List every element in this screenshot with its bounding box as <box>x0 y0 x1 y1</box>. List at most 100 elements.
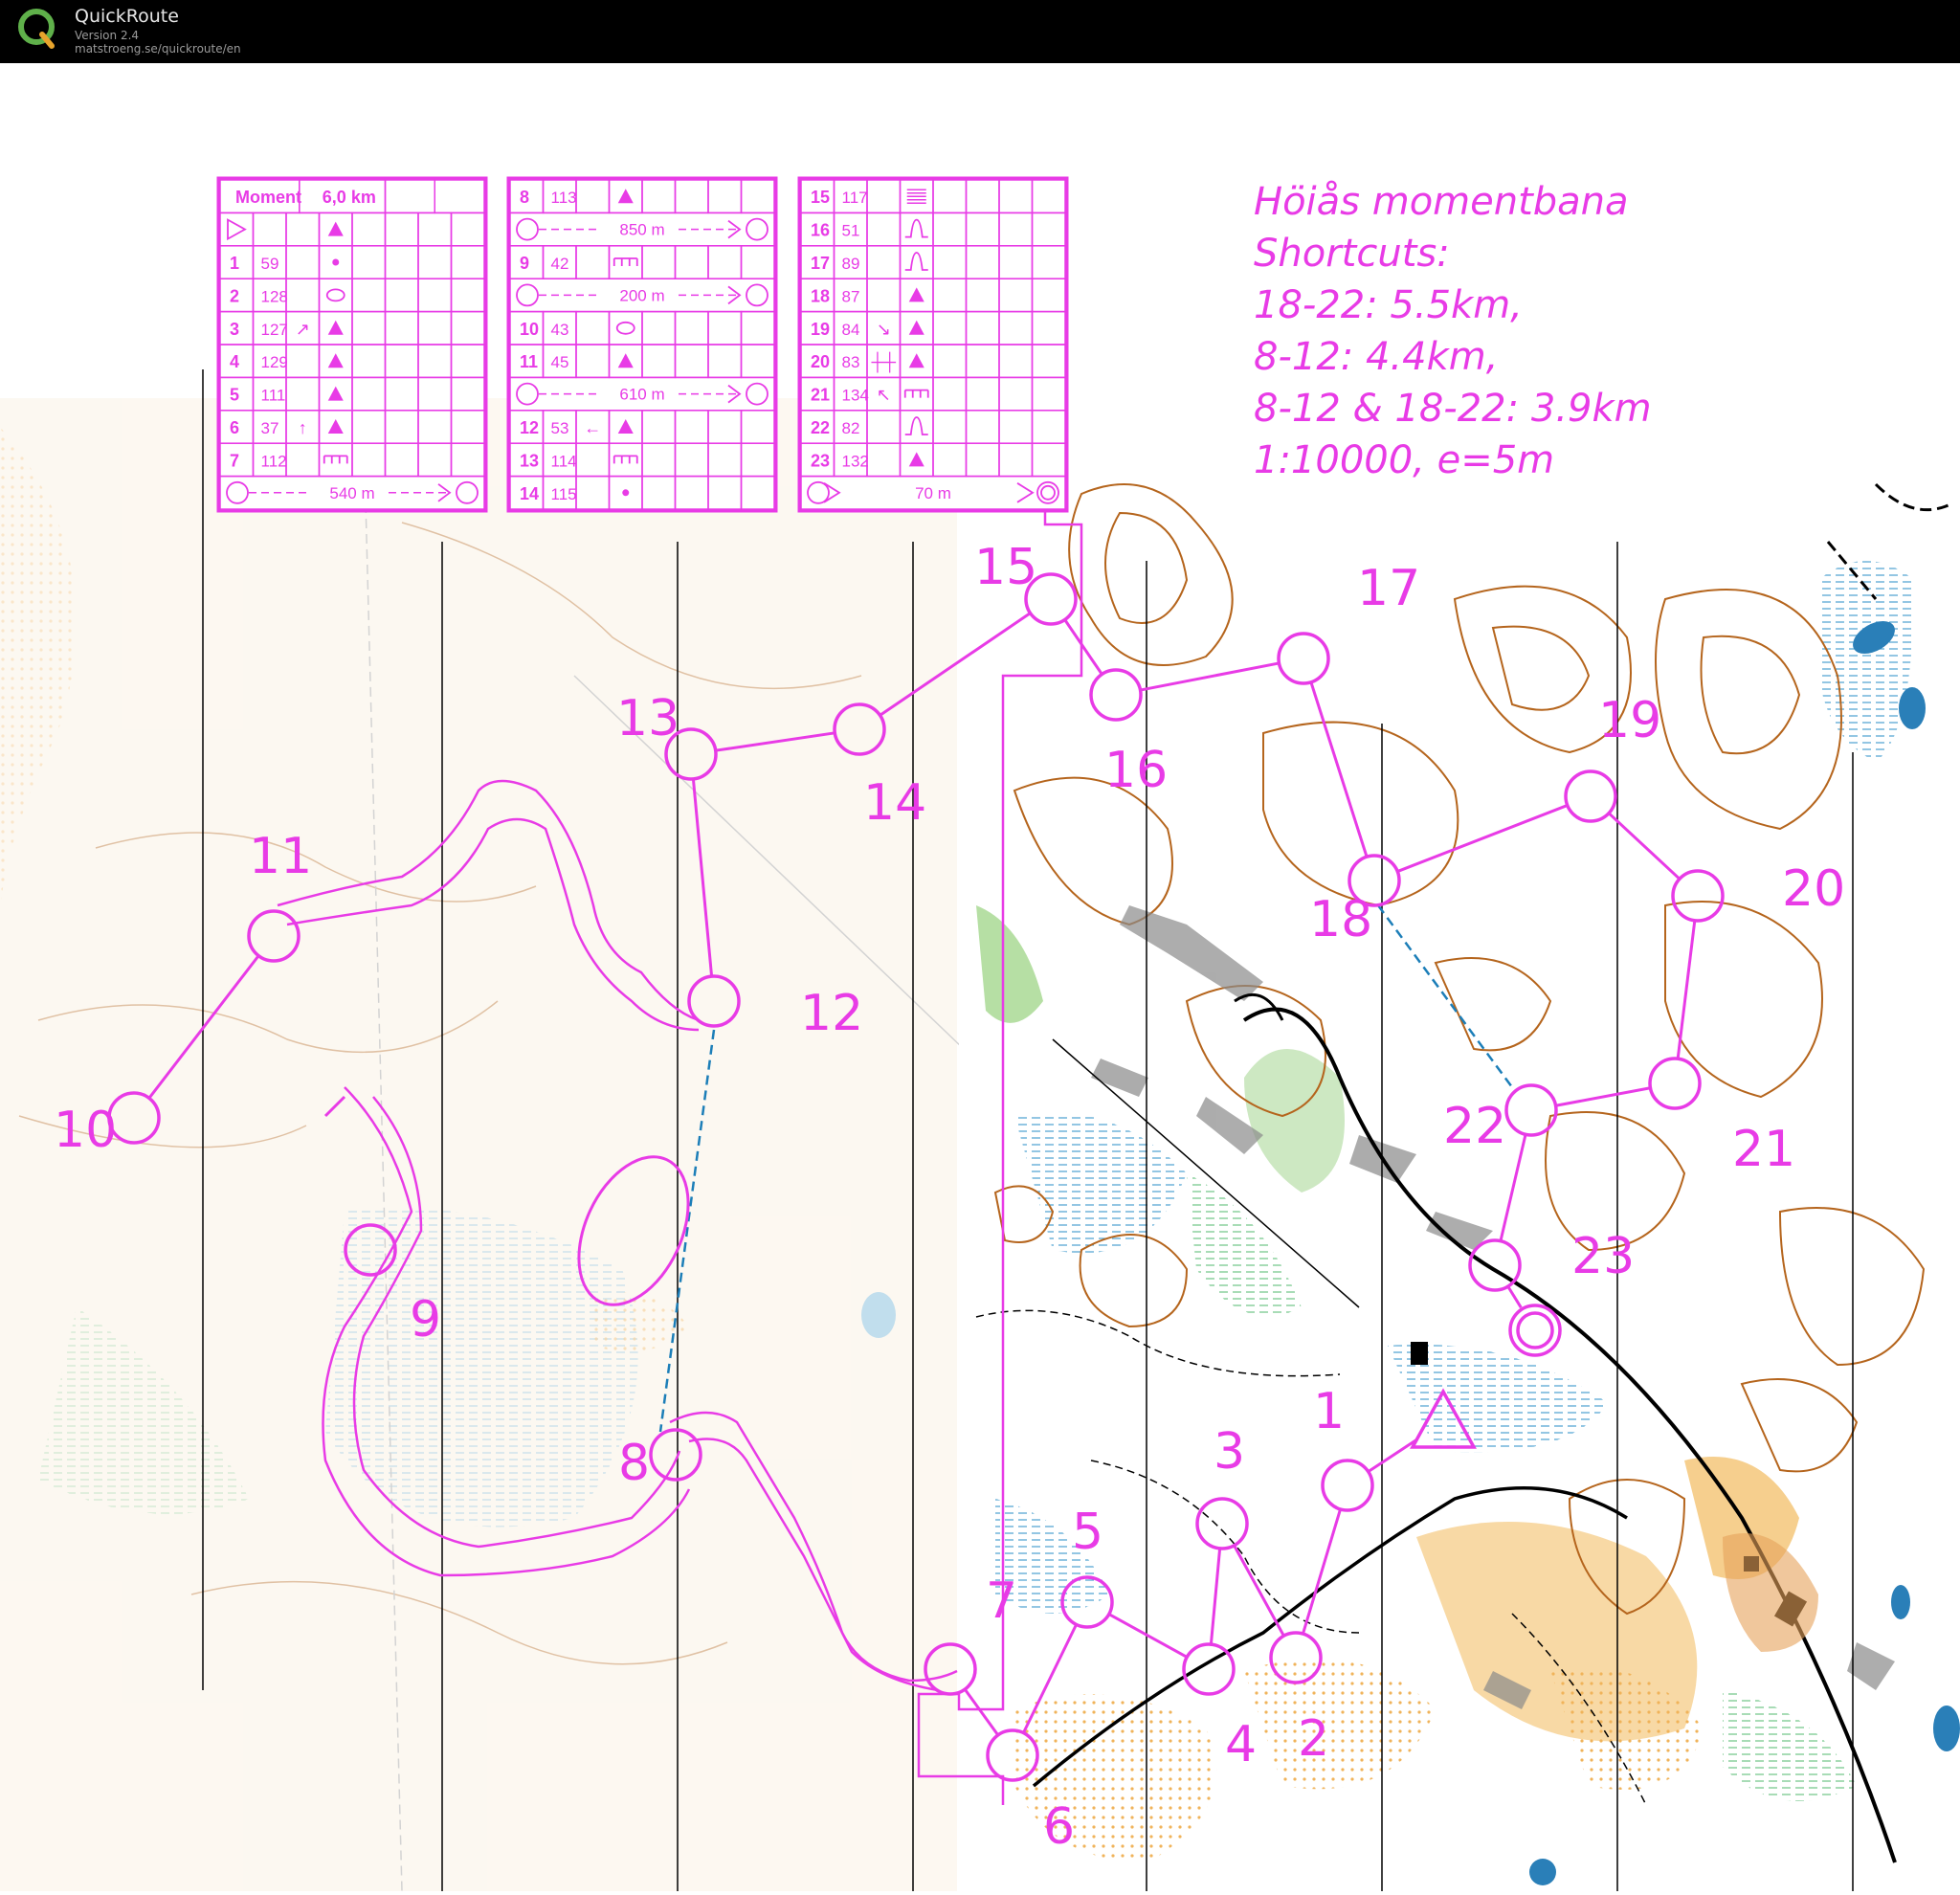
map-canvas[interactable]: 1234567891011121314151617181920212223 Hö… <box>0 63 1960 1892</box>
control-number: 8 <box>618 1435 650 1492</box>
cd-control-code: 117 <box>842 189 868 207</box>
cd-control-code: 43 <box>551 321 569 339</box>
control-number: 10 <box>54 1102 117 1159</box>
map-note: 1:10000, e=5m <box>1254 438 1554 482</box>
cd-control-number: 7 <box>230 451 239 470</box>
cd-control-number: 2 <box>230 286 239 305</box>
control-description-column: 15 117 16 51 17 89 18 87 19 84 ↘ 20 83 ┼┼ 21 134 ↖ 22 82 23… <box>797 176 1069 513</box>
cd-control-number: 8 <box>520 188 529 207</box>
control-number: 22 <box>1443 1098 1506 1155</box>
control-number: 2 <box>1298 1710 1329 1768</box>
map-note: 8-12: 4.4km, <box>1254 335 1498 379</box>
app-name: QuickRoute <box>75 6 179 27</box>
cd-control-number: 11 <box>520 352 538 371</box>
control-number: 1 <box>1313 1383 1345 1440</box>
cd-control-number: 13 <box>520 451 539 470</box>
cd-taped-distance: 200 m <box>619 286 664 304</box>
control-number: 19 <box>1598 692 1661 749</box>
control-number: 20 <box>1782 860 1845 918</box>
cd-control-number: 10 <box>520 320 539 339</box>
cd-control-number: 12 <box>520 418 539 437</box>
cd-control-code: 111 <box>261 387 286 405</box>
cd-control-code: 42 <box>551 255 569 273</box>
map-note: 18-22: 5.5km, <box>1254 283 1523 327</box>
cd-control-code: 87 <box>842 287 860 305</box>
control-number: 7 <box>986 1572 1017 1630</box>
title-bar: QuickRoute Version 2.4 matstroeng.se/qui… <box>0 0 1960 63</box>
control-number: 11 <box>249 828 312 885</box>
control-number: 18 <box>1309 891 1372 948</box>
cd-control-code: 113 <box>551 189 577 207</box>
control-description-sheet: Moment 6,0 km1 592 1283 127 ↗4 1295 1116 37 ↑7 112… <box>216 176 1069 513</box>
map-title: Höiås momentbana <box>1254 180 1629 224</box>
control-number: 23 <box>1571 1228 1635 1285</box>
control-number: 5 <box>1072 1504 1103 1561</box>
control-number: 17 <box>1357 560 1420 617</box>
control-number: 13 <box>616 690 679 747</box>
cd-control-code: 53 <box>551 419 569 437</box>
control-number: 16 <box>1104 742 1168 799</box>
control-number: 4 <box>1225 1716 1257 1773</box>
cd-control-number: 14 <box>520 484 539 503</box>
faded-map-area <box>0 398 1035 1892</box>
control-number: 14 <box>863 774 926 832</box>
control-number: 21 <box>1732 1121 1795 1178</box>
control-number: 15 <box>974 539 1037 596</box>
cd-taped-distance: 610 m <box>619 386 664 404</box>
cd-control-direction: ↗ <box>296 320 310 339</box>
map-note: Shortcuts: <box>1254 232 1450 276</box>
cd-control-number: 15 <box>811 188 830 207</box>
cd-control-number: 21 <box>811 386 830 405</box>
cd-taped-distance: 850 m <box>619 221 664 239</box>
cd-control-direction: ┼┼ <box>870 351 896 373</box>
app-version: Version 2.4 <box>75 29 140 42</box>
cd-control-number: 4 <box>230 352 239 371</box>
cd-control-code: 134 <box>842 387 869 405</box>
map-note: 8-12 & 18-22: 3.9km <box>1254 387 1652 431</box>
cd-control-number: 5 <box>230 386 239 405</box>
cd-control-code: 112 <box>261 452 287 470</box>
cd-control-number: 19 <box>811 320 830 339</box>
control-number: 12 <box>800 985 863 1042</box>
cd-control-code: 132 <box>842 452 869 470</box>
cd-control-number: 1 <box>230 254 239 273</box>
cd-control-code: 83 <box>842 353 860 371</box>
cd-taped-distance: 70 m <box>915 484 951 502</box>
cd-control-direction: ↖ <box>877 386 891 405</box>
cd-control-code: 45 <box>551 353 569 371</box>
cd-control-direction: ↑ <box>299 418 307 437</box>
cd-control-number: 18 <box>811 286 830 305</box>
cd-control-code: 129 <box>261 353 288 371</box>
cd-control-code: 51 <box>842 222 860 240</box>
cd-control-number: 9 <box>520 254 529 273</box>
app-url[interactable]: matstroeng.se/quickroute/en <box>75 42 241 56</box>
control-number: 9 <box>410 1291 441 1349</box>
cd-control-code: 127 <box>261 321 288 339</box>
control-number: 6 <box>1043 1798 1075 1856</box>
cd-control-number: 17 <box>811 254 830 273</box>
cd-control-number: 20 <box>811 352 830 371</box>
quickroute-logo-icon <box>18 9 55 49</box>
control-description-column: Moment 6,0 km 1 59 2 128 3 127 ↗ 4 129 5 111 6 37 ↑ 7 112… <box>216 176 488 513</box>
cd-control-number: 23 <box>811 451 830 470</box>
cd-control-direction: ↘ <box>877 320 891 339</box>
cd-control-code: 82 <box>842 419 860 437</box>
cd-event-name: Moment <box>235 188 301 207</box>
control-description-column: 8 113 850 m 9 42 200 m 10 43 11 45 610 m 12 53 ← 13 114… <box>506 176 778 513</box>
cd-course-length: 6,0 km <box>323 188 376 207</box>
cd-control-code: 114 <box>551 452 577 470</box>
cd-control-code: 37 <box>261 419 279 437</box>
cd-control-code: 128 <box>261 287 288 305</box>
control-number: 3 <box>1214 1423 1245 1481</box>
cd-control-code: 84 <box>842 321 860 339</box>
cd-control-number: 22 <box>811 418 830 437</box>
cd-control-number: 16 <box>811 221 830 240</box>
cd-control-number: 6 <box>230 418 239 437</box>
cd-control-code: 115 <box>551 485 577 503</box>
cd-control-direction: ← <box>584 418 601 437</box>
orienteering-map[interactable]: 1 2 3 4 5 6 7 8 9 10 11 12 13 14 15 16 17 18 19 20 21 22 23 Hö… <box>0 63 1960 1892</box>
cd-control-code: 59 <box>261 255 279 273</box>
cd-control-code: 89 <box>842 255 860 273</box>
cd-control-number: 3 <box>230 320 239 339</box>
cd-taped-distance: 540 m <box>329 484 374 502</box>
